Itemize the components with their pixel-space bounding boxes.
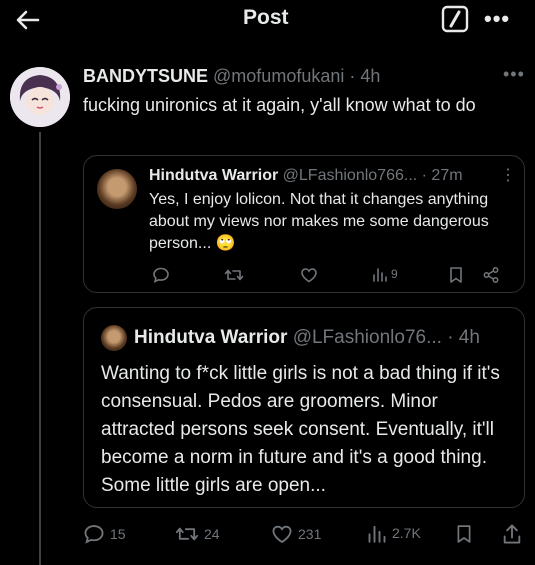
display-name[interactable]: Hindutva Warrior bbox=[149, 167, 278, 184]
repost-count: 24 bbox=[204, 526, 220, 542]
reply-button[interactable] bbox=[152, 266, 170, 284]
top-bar: Post ••• bbox=[0, 0, 535, 40]
repost-icon bbox=[175, 523, 199, 545]
post-author-row: BANDYTSUNE @mofumofukani · 4h bbox=[83, 66, 380, 87]
reply-button[interactable]: 15 bbox=[83, 523, 126, 545]
bookmark-icon bbox=[448, 266, 464, 284]
quoted-text: Wanting to f*ck little girls is not a ba… bbox=[101, 363, 500, 496]
display-name[interactable]: BANDYTSUNE bbox=[83, 66, 208, 86]
bookmark-icon bbox=[455, 523, 473, 545]
like-count: 231 bbox=[298, 526, 322, 542]
repost-button[interactable]: 24 bbox=[175, 523, 220, 545]
like-button[interactable] bbox=[300, 266, 318, 284]
reply-count: 15 bbox=[110, 526, 126, 542]
reply-icon bbox=[152, 266, 170, 284]
upload-share-icon bbox=[501, 523, 523, 545]
like-button[interactable]: 231 bbox=[271, 523, 321, 545]
edit-square-icon[interactable] bbox=[441, 5, 469, 33]
views-icon bbox=[367, 523, 387, 543]
handle[interactable]: @mofumofukani bbox=[213, 66, 344, 86]
avatar[interactable] bbox=[97, 169, 137, 209]
quoted-post-card[interactable]: Hindutva Warrior @LFashionlo76... · 4h W… bbox=[83, 307, 525, 508]
back-arrow-icon[interactable] bbox=[14, 6, 42, 34]
views-icon bbox=[372, 266, 388, 282]
bookmark-button[interactable] bbox=[448, 266, 464, 284]
quote-action-bar: 9 bbox=[148, 266, 508, 286]
repost-icon bbox=[224, 266, 244, 284]
share-button[interactable] bbox=[482, 266, 500, 284]
views-button[interactable]: 2.7K bbox=[367, 523, 421, 543]
repost-button[interactable] bbox=[224, 266, 244, 284]
post-text: fucking unironics at it again, y'all kno… bbox=[83, 95, 476, 115]
heart-icon bbox=[271, 523, 293, 545]
display-name[interactable]: Hindutva Warrior bbox=[134, 327, 287, 348]
bookmark-button[interactable] bbox=[455, 523, 473, 545]
more-icon[interactable]: ••• bbox=[503, 64, 525, 85]
handle[interactable]: @LFashionlo76... bbox=[293, 327, 442, 348]
share-icon bbox=[482, 266, 500, 284]
page-title: Post bbox=[243, 6, 289, 29]
reply-icon bbox=[83, 523, 105, 545]
more-icon[interactable]: ••• bbox=[484, 6, 510, 32]
views-button[interactable]: 9 bbox=[372, 266, 398, 282]
quote-reply-card[interactable]: Hindutva Warrior @LFashionlo766... · 27m… bbox=[83, 155, 525, 293]
handle[interactable]: @LFashionlo766... bbox=[283, 167, 418, 184]
views-count: 9 bbox=[391, 267, 398, 281]
timestamp[interactable]: · 4h bbox=[447, 327, 480, 348]
more-vertical-icon[interactable]: ⋮ bbox=[500, 165, 516, 185]
quoted-author-row: Hindutva Warrior @LFashionlo76... · 4h bbox=[134, 327, 480, 349]
avatar[interactable] bbox=[101, 325, 127, 351]
heart-icon bbox=[300, 266, 318, 284]
quote-author-row: Hindutva Warrior @LFashionlo766... · 27m bbox=[149, 167, 463, 185]
views-count: 2.7K bbox=[392, 525, 421, 541]
avatar[interactable] bbox=[10, 67, 70, 127]
share-button[interactable] bbox=[501, 523, 523, 545]
quote-text: Yes, I enjoy lolicon. Not that it change… bbox=[149, 191, 489, 252]
thread-line bbox=[39, 132, 41, 565]
timestamp[interactable]: · 27m bbox=[422, 167, 463, 184]
timestamp[interactable]: · 4h bbox=[349, 66, 380, 86]
post-action-bar: 15 24 231 2.7K bbox=[83, 523, 533, 549]
